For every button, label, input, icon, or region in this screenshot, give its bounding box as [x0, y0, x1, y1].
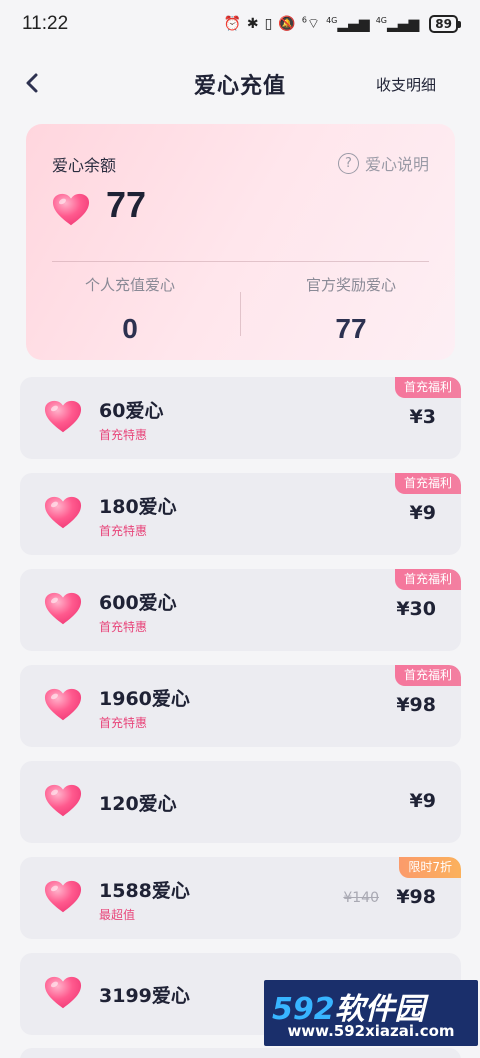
personal-recharge-label: 个人充值爱心 [84, 276, 175, 294]
package-item-partial[interactable] [20, 1048, 461, 1058]
promo-badge: 首充福利 [394, 569, 461, 590]
package-price: ¥3 [409, 406, 436, 428]
original-price: ¥140 [343, 890, 379, 906]
personal-recharge-value: 0 [122, 313, 138, 344]
balance-label: 爱心余额 [52, 156, 117, 175]
package-item[interactable]: 180爱心首充特惠 ¥9 首充福利 [20, 473, 461, 555]
balance-card: 爱心余额 ? 爱心说明 77 个人充值爱心 0 官方奖励爱心 77 [26, 124, 455, 360]
package-subtitle: 最超值 [99, 908, 136, 922]
promo-badge: 首充福利 [394, 665, 461, 686]
package-price: ¥98 [396, 694, 436, 716]
heart-icon [44, 496, 82, 529]
heart-icon [52, 193, 90, 226]
heart-icon [44, 400, 82, 433]
package-subtitle: 首充特惠 [99, 620, 148, 634]
nav-bar: 爱心充值 收支明细 [0, 48, 480, 120]
package-subtitle: 首充特惠 [99, 524, 148, 538]
package-subtitle: 首充特惠 [99, 428, 148, 442]
package-item[interactable]: 600爱心首充特惠 ¥30 首充福利 [20, 569, 461, 651]
package-subtitle: 首充特惠 [99, 716, 148, 730]
package-price: ¥98 [396, 886, 436, 908]
balance-amount: 77 [106, 184, 147, 225]
transaction-details-link[interactable]: 收支明细 [376, 74, 436, 95]
package-name: 600爱心 [99, 592, 177, 614]
promo-badge: 首充福利 [394, 473, 461, 494]
vertical-divider [240, 292, 241, 336]
help-label: 爱心说明 [364, 155, 429, 174]
personal-recharge-stat: 个人充值爱心 0 [30, 274, 230, 345]
promo-badge: 首充福利 [394, 377, 461, 398]
official-reward-value: 77 [335, 313, 367, 344]
status-bar: 11:22 ⏰ ✱ ▯ 🔕 6⌔ 4G▂▄▆ 4G▂▄▆ 89 [0, 0, 480, 48]
status-time: 11:22 [22, 13, 69, 34]
back-button[interactable] [20, 68, 44, 98]
mute-icon: 🔕 [278, 16, 296, 32]
official-reward-label: 官方奖励爱心 [305, 276, 396, 294]
promo-badge: 限时7折 [399, 857, 461, 878]
divider [52, 261, 429, 262]
heart-icon [44, 976, 82, 1009]
heart-icon [44, 592, 82, 625]
package-name: 1960爱心 [99, 688, 190, 710]
page-title: 爱心充值 [193, 74, 286, 99]
package-name: 180爱心 [99, 496, 177, 518]
package-item[interactable]: 60爱心首充特惠 ¥3 首充福利 [20, 377, 461, 459]
watermark-logo: 592软件园 www.592xiazai.com [264, 980, 478, 1046]
heart-icon [44, 784, 82, 817]
chevron-left-icon [26, 73, 38, 93]
vibrate-icon: ▯ [264, 16, 273, 32]
help-button[interactable]: ? 爱心说明 [337, 151, 429, 175]
wifi-icon: 6⌔ [301, 15, 321, 32]
package-price: ¥9 [409, 502, 436, 524]
package-item[interactable]: 120爱心 ¥9 [20, 761, 461, 843]
signal-icon: 4G▂▄▆ [326, 15, 370, 33]
heart-icon [44, 688, 82, 721]
package-item[interactable]: 1588爱心最超值 ¥140 ¥98 限时7折 [20, 857, 461, 939]
package-name: 1588爱心 [99, 880, 190, 902]
package-price: ¥9 [409, 790, 436, 812]
official-reward-stat: 官方奖励爱心 77 [251, 274, 451, 345]
question-icon: ? [337, 152, 359, 174]
bluetooth-icon: ✱ [246, 16, 259, 32]
heart-icon [44, 880, 82, 913]
alarm-icon: ⏰ [223, 16, 241, 32]
package-name: 60爱心 [99, 400, 164, 422]
signal-icon-2: 4G▂▄▆ [375, 15, 420, 33]
battery-icon: 89 [429, 15, 461, 33]
package-item[interactable]: 1960爱心首充特惠 ¥98 首充福利 [20, 665, 461, 747]
status-icons: ⏰ ✱ ▯ 🔕 6⌔ 4G▂▄▆ 4G▂▄▆ 89 [223, 15, 461, 33]
package-name: 3199爱心 [99, 985, 190, 1007]
package-name: 120爱心 [99, 793, 177, 815]
package-price: ¥30 [396, 598, 436, 620]
